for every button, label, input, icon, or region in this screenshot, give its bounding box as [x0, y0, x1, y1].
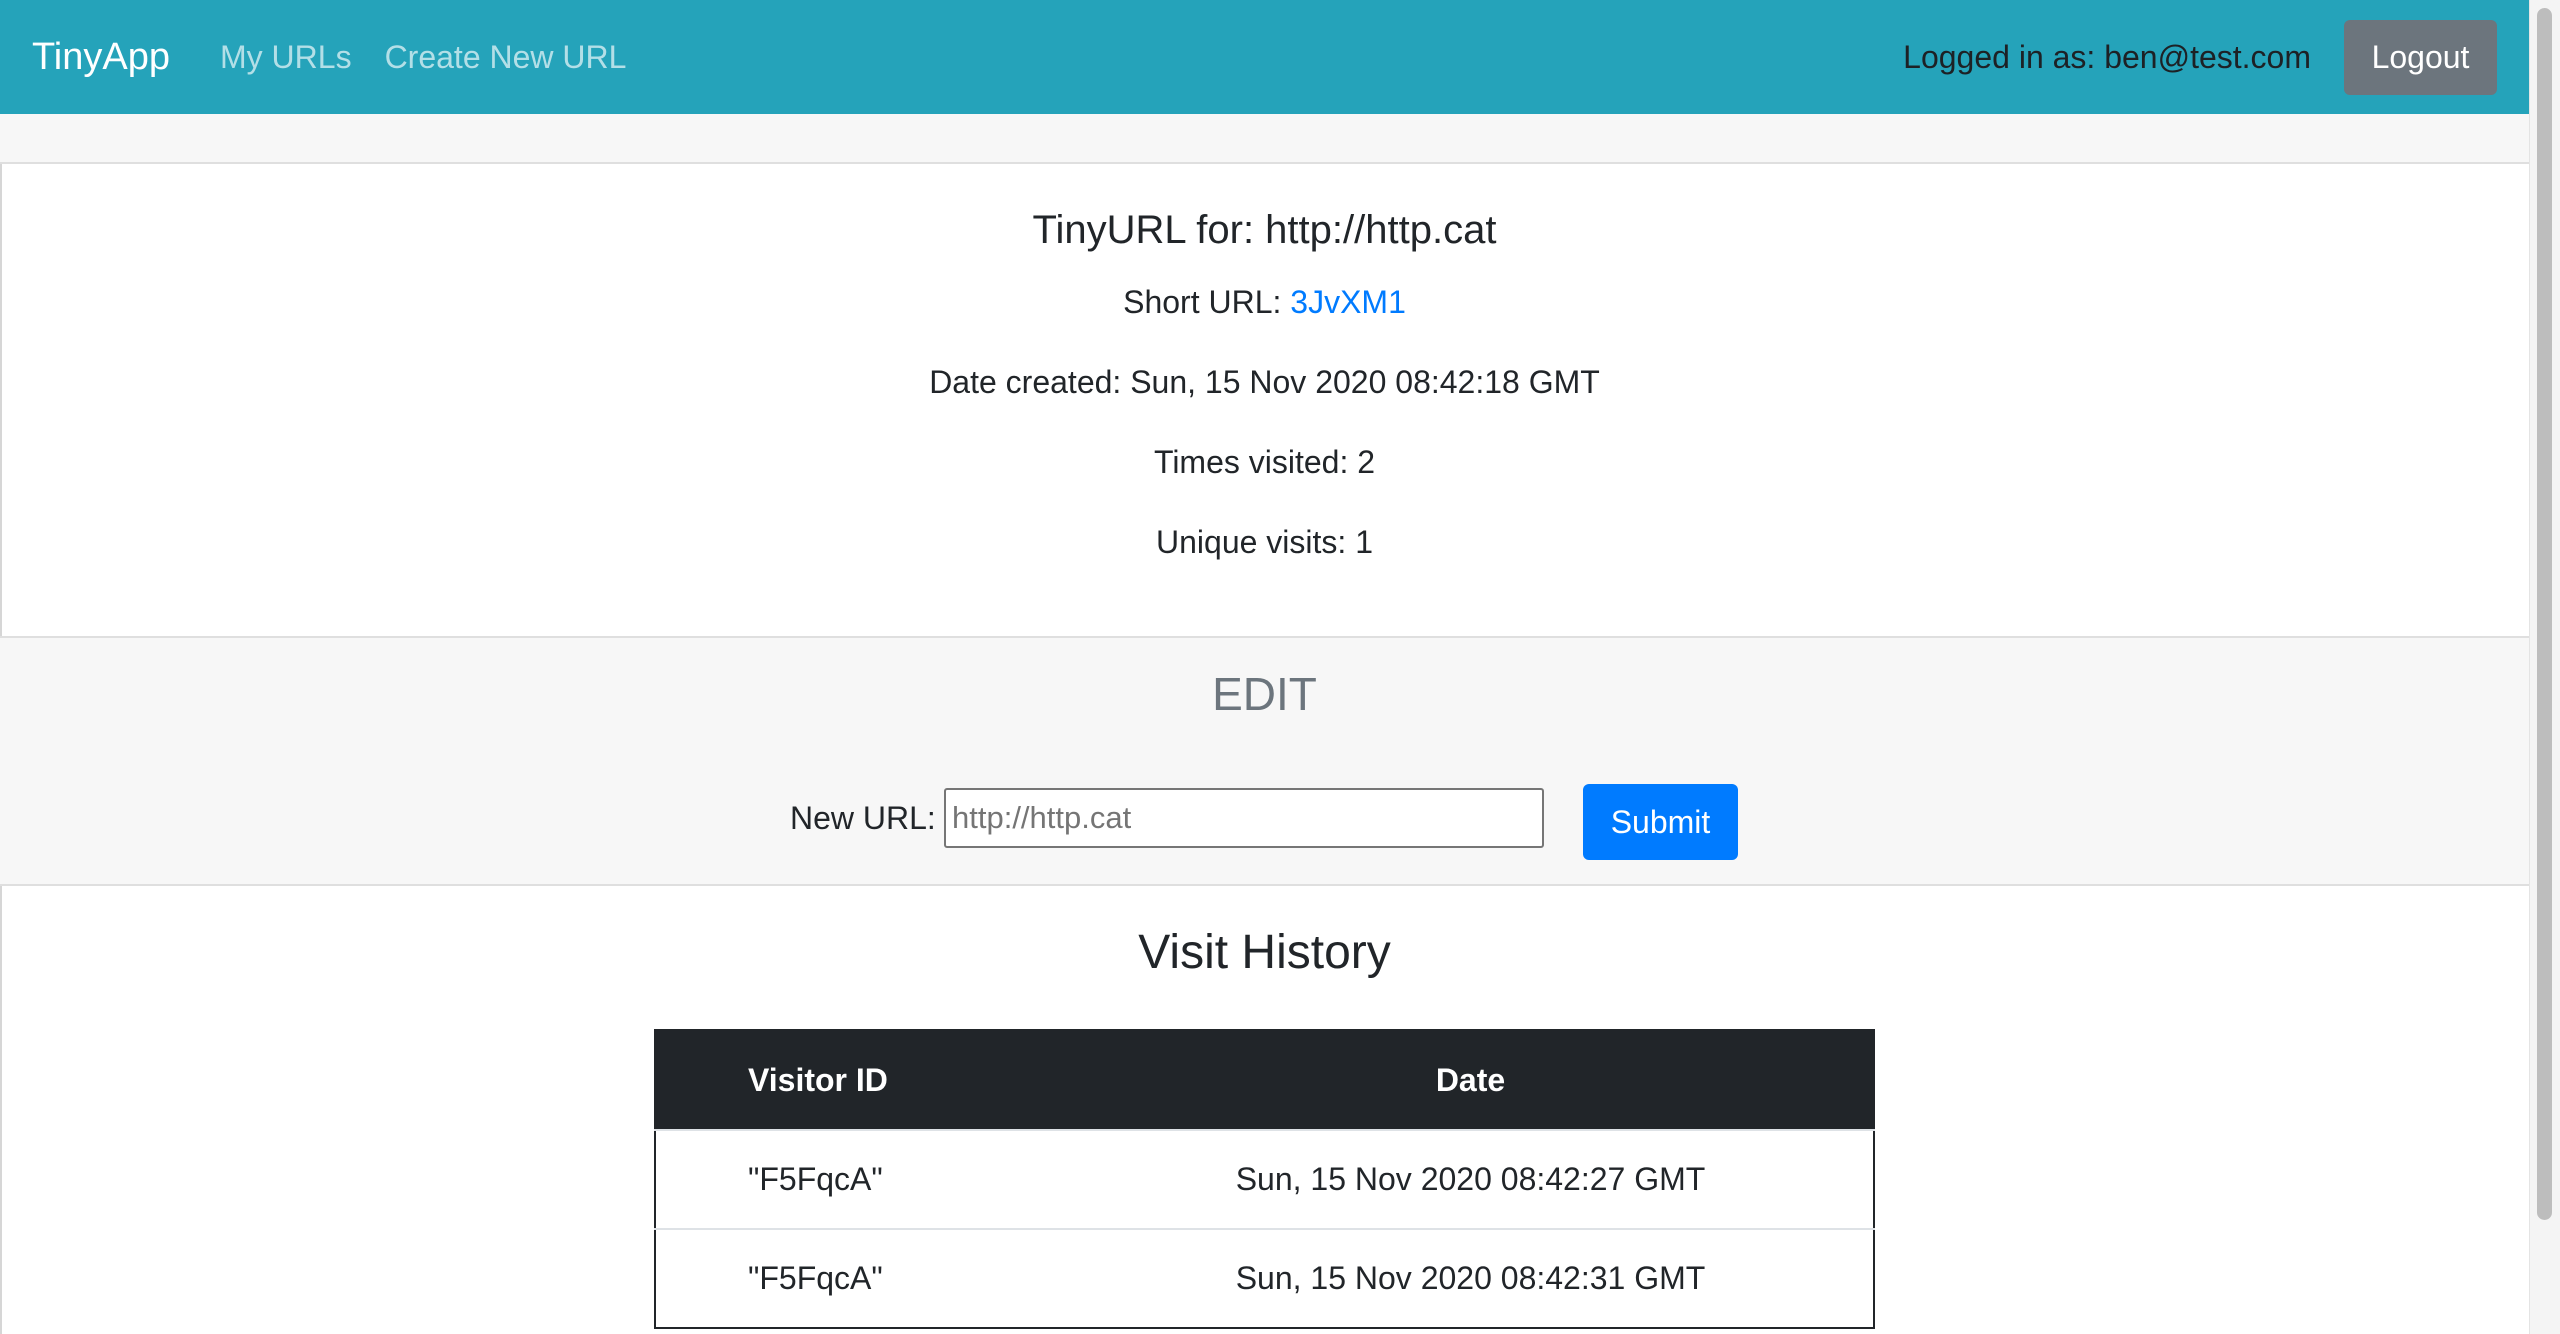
unique-visits: Unique visits: 1: [1156, 524, 1373, 560]
nav-link-my-urls[interactable]: My URLs: [220, 39, 352, 76]
short-url-line: Short URL: 3JvXM1: [0, 282, 2529, 322]
brand-link[interactable]: TinyApp: [32, 36, 170, 79]
url-info-section: TinyURL for: http://http.cat Short URL: …: [0, 164, 2529, 638]
logout-button[interactable]: Logout: [2344, 19, 2497, 95]
card-header-strip: [0, 114, 2529, 164]
page-title: TinyURL for: http://http.cat: [1032, 208, 1497, 252]
edit-section: EDIT New URL: Submit: [0, 638, 2529, 886]
table-header: Visitor ID Date: [655, 1030, 1874, 1130]
visitor-id-cell: "F5FqcA": [655, 1228, 1068, 1328]
short-url-link[interactable]: 3JvXM1: [1290, 284, 1406, 320]
visitor-id-cell: "F5FqcA": [655, 1129, 1068, 1229]
table-header-row: Visitor ID Date: [655, 1030, 1874, 1130]
column-header-visitor-id: Visitor ID: [655, 1030, 1068, 1130]
table-row: "F5FqcA" Sun, 15 Nov 2020 08:42:31 GMT: [655, 1228, 1874, 1328]
short-url-label: Short URL:: [1123, 284, 1291, 320]
new-url-label: New URL:: [790, 800, 936, 836]
new-url-input[interactable]: [944, 788, 1544, 848]
vertical-scrollbar[interactable]: [2529, 0, 2560, 1334]
table-row: "F5FqcA" Sun, 15 Nov 2020 08:42:27 GMT: [655, 1129, 1874, 1229]
visit-history-title: Visit History: [1138, 926, 1391, 979]
logged-in-text: Logged in as: ben@test.com: [1903, 38, 2311, 75]
submit-button[interactable]: Submit: [1583, 784, 1738, 860]
visit-date-cell: Sun, 15 Nov 2020 08:42:31 GMT: [1068, 1228, 1874, 1328]
nav-link-create-new-url[interactable]: Create New URL: [385, 39, 627, 76]
scrollbar-thumb[interactable]: [2537, 8, 2552, 1220]
visit-date-cell: Sun, 15 Nov 2020 08:42:27 GMT: [1068, 1129, 1874, 1229]
times-visited: Times visited: 2: [1153, 444, 1376, 480]
visit-history-table: Visitor ID Date "F5FqcA" Sun, 15 Nov 202…: [654, 1029, 1875, 1329]
date-created: Date created: Sun, 15 Nov 2020 08:42:18 …: [929, 364, 1600, 400]
page: TinyApp My URLs Create New URL Logged in…: [0, 0, 2560, 1334]
navbar: TinyApp My URLs Create New URL Logged in…: [0, 0, 2529, 114]
column-header-date: Date: [1068, 1030, 1874, 1130]
edit-title: EDIT: [1212, 668, 1317, 720]
